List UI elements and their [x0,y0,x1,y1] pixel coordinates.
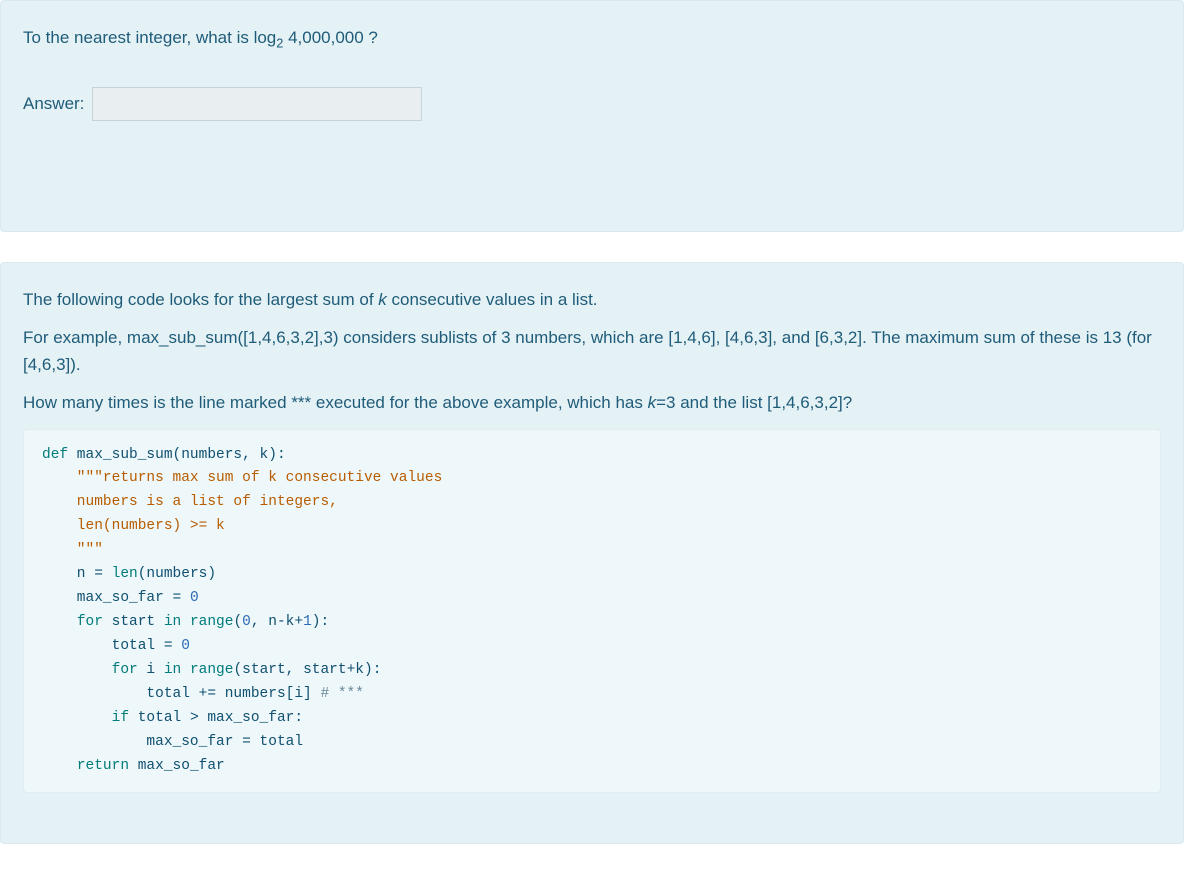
code-l07-num: 0 [190,590,199,606]
code-l06b: (numbers) [138,566,216,582]
code-l03: numbers is a list of integers, [42,494,338,510]
code-l09a: total = [42,638,181,654]
code-l08-one: 1 [303,614,312,630]
code-l06a: n = [42,566,112,582]
code-l05: """ [42,542,103,558]
q2-p1-post: consecutive values in a list. [387,290,598,309]
q2-p3-mid: =3 and the list [1,4,6,3,2]? [656,393,852,412]
q1-answer-row: Answer: [23,87,1161,121]
code-l07a: max_so_far = [42,590,190,606]
code-l10-for: for [112,662,138,678]
question-panel-log2: To the nearest integer, what is log2 4,0… [0,0,1184,232]
code-l08d: ( [233,614,242,630]
q1-prompt-pre: To the nearest integer, what is log [23,28,276,47]
code-l10b: i [138,662,164,678]
code-kw-def: def [42,447,68,463]
code-l08-zero: 0 [242,614,251,630]
code-l14b: max_so_far [129,758,225,774]
code-l08e: , n-k+ [251,614,303,630]
q1-answer-input[interactable] [92,87,422,121]
q2-p1-pre: The following code looks for the largest… [23,290,378,309]
code-l06-len: len [112,566,138,582]
code-l14a [42,758,77,774]
code-l12-if: if [112,710,129,726]
code-l08a [42,614,77,630]
q2-p1: The following code looks for the largest… [23,287,1161,313]
q1-prompt: To the nearest integer, what is log2 4,0… [23,25,1161,53]
code-l08f: ): [312,614,329,630]
q1-answer-label: Answer: [23,94,84,114]
code-l10c [181,662,190,678]
code-l10-in: in [164,662,181,678]
code-l12b: total > max_so_far: [129,710,303,726]
q2-p2: For example, max_sub_sum([1,4,6,3,2],3) … [23,325,1161,378]
code-l12a [42,710,112,726]
code-l04: len(numbers) >= k [42,518,225,534]
code-l08-range: range [190,614,234,630]
q2-p3: How many times is the line marked *** ex… [23,390,1161,416]
code-l08b: start [103,614,164,630]
code-l10d: (start, start+k): [233,662,381,678]
code-l08-in: in [164,614,181,630]
code-l09-num: 0 [181,638,190,654]
code-l10a [42,662,112,678]
code-l14-ret: return [77,758,129,774]
code-block: def max_sub_sum(numbers, k): """returns … [23,429,1161,794]
question-panel-maxsubsum: The following code looks for the largest… [0,262,1184,844]
q1-prompt-post: 4,000,000 ? [283,28,378,47]
code-l02: """returns max sum of k consecutive valu… [42,470,442,486]
q2-p3-pre: How many times is the line marked *** ex… [23,393,648,412]
code-l08c [181,614,190,630]
code-l13: max_so_far = total [42,734,303,750]
code-l11a: total += numbers[i] [42,686,320,702]
code-l08-for: for [77,614,103,630]
q2-p1-k: k [378,290,387,309]
q2-p3-k: k [648,393,657,412]
code-l10-range: range [190,662,234,678]
code-l01-rest: max_sub_sum(numbers, k): [68,447,286,463]
code-l11-cmt: # *** [320,686,364,702]
